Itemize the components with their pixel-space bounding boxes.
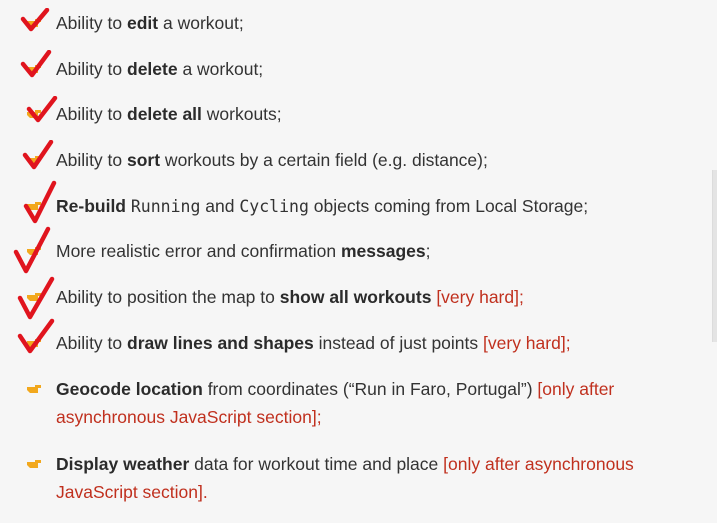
item-text: Ability to delete a workout; [56,59,264,79]
pointing-hand-icon [27,110,41,118]
pointing-hand-icon [27,65,41,73]
pointing-hand-icon [27,385,41,393]
item-text: Ability to sort workouts by a certain fi… [56,150,488,170]
item-text: Re-build Running and Cycling objects com… [56,196,589,216]
pointing-hand-icon [27,156,41,164]
item-text: Ability to delete all workouts; [56,104,282,124]
pointing-hand-icon [27,460,41,468]
pointing-hand-icon [27,339,41,347]
item-text: Ability to draw lines and shapes instead… [56,333,571,353]
item-text: More realistic error and confirmation me… [56,241,431,261]
item-text: Ability to position the map to show all … [56,287,524,307]
item-text: Display weather data for workout time an… [56,454,634,502]
pointing-hand-icon [27,19,41,27]
item-text: Geocode location from coordinates (“Run … [56,379,615,427]
item-text: Ability to edit a workout; [56,13,244,33]
pointing-hand-icon [27,202,41,210]
window-edge [712,170,717,342]
pointing-hand-icon [27,247,41,255]
pointing-hand-icon [27,293,41,301]
